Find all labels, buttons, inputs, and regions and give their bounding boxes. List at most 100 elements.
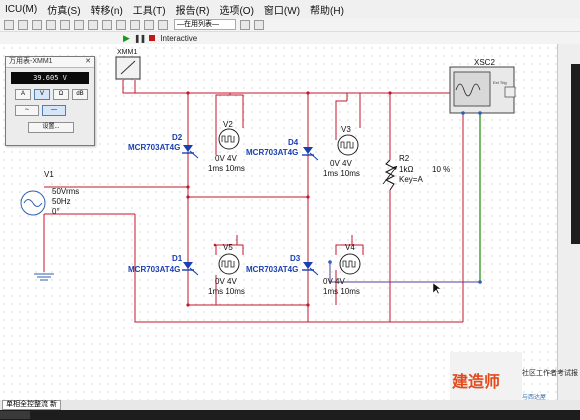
in-use-list-combo[interactable]: —在用列表— [174, 19, 236, 30]
document-tab[interactable]: 单相全控整流 新 [2, 400, 61, 410]
v5-marker-dot [213, 243, 217, 247]
menu-item-help[interactable]: 帮助(H) [305, 2, 349, 17]
d1-ref: D1 [172, 254, 183, 263]
ground-symbol [34, 214, 54, 281]
oscilloscope-xsc2-symbol[interactable] [449, 66, 516, 115]
toolbar-icon-4[interactable] [46, 19, 56, 30]
toolbar-icon-11[interactable] [144, 19, 154, 30]
toolbar-icon-12[interactable] [158, 19, 168, 30]
v4-ref: V4 [345, 243, 355, 252]
ac-source-v1[interactable] [20, 190, 46, 216]
probe-junction-2 [478, 280, 482, 284]
menu-item-mcu[interactable]: ICU(M) [0, 4, 42, 15]
run-icon[interactable]: ▶ [123, 33, 130, 44]
toolbar-icon-3[interactable] [32, 19, 42, 30]
watermark-logo: 建造师 [452, 372, 501, 391]
v2-ref: V2 [223, 120, 233, 129]
toolbar-icon-10[interactable] [130, 19, 140, 30]
scr-d2[interactable] [182, 145, 199, 159]
v3-ref: V3 [341, 125, 351, 134]
r2-key: Key=A [399, 175, 423, 184]
menu-item-simulate[interactable]: 仿真(S) [42, 2, 85, 17]
right-panel-dark-area [571, 64, 580, 244]
potentiometer-r2[interactable] [382, 159, 398, 191]
pause-icon[interactable]: ❚❚ [134, 34, 146, 43]
menu-item-tools[interactable]: 工具(T) [128, 2, 171, 17]
scr-d3[interactable] [302, 262, 319, 276]
d2-ref: D2 [172, 133, 183, 142]
pulse-source-v5[interactable] [218, 253, 240, 275]
junction-dots [186, 91, 392, 307]
watermark-text: 社区工作者考试报 [522, 370, 578, 377]
v5-timing: 1ms 10ms [208, 287, 245, 296]
multimeter-title-text: 万用表-XMM1 [9, 58, 53, 65]
mode-button-db[interactable]: dB [72, 89, 88, 100]
mode-button-ampere[interactable]: A [15, 89, 31, 100]
multimeter-mode-buttons: A V Ω dB [15, 89, 94, 100]
toolbar-icon-14[interactable] [254, 19, 264, 30]
d1-part: MCR703AT4G [128, 265, 180, 274]
xsc2-label: XSC2 [474, 58, 495, 67]
v1-ref: V1 [44, 170, 54, 179]
red-wires [44, 80, 464, 323]
mode-button-ohm[interactable]: Ω [53, 89, 69, 100]
toolbar-primary: —在用列表— [0, 18, 580, 32]
scope-ext-trig: Ext Trig [493, 80, 507, 85]
toolbar-icon-7[interactable] [88, 19, 98, 30]
toolbar-icon-8[interactable] [102, 19, 112, 30]
scr-d1[interactable] [182, 262, 199, 276]
v2-levels: 0V 4V [215, 154, 237, 163]
probe-junction-1 [328, 260, 332, 264]
toolbar-icon-6[interactable] [74, 19, 84, 30]
taskbar-start[interactable] [0, 411, 30, 419]
toolbar-icon-2[interactable] [18, 19, 28, 30]
mouse-cursor-icon [432, 282, 442, 295]
toolbar-icon-13[interactable] [240, 19, 250, 30]
pulse-source-v3[interactable] [337, 134, 359, 156]
d3-ref: D3 [290, 254, 301, 263]
mode-button-volt[interactable]: V [34, 89, 50, 100]
dc-line-icon[interactable]: — [42, 105, 66, 116]
menu-item-options[interactable]: 选项(O) [214, 2, 258, 17]
pulse-source-v4[interactable] [339, 253, 361, 275]
document-tab-bar: 单相全控整流 新 [0, 400, 580, 410]
multimeter-signal-buttons: ∼ — [15, 105, 94, 116]
pulse-source-v2[interactable] [218, 128, 240, 150]
multimeter-xmm1-symbol[interactable] [115, 56, 141, 80]
stop-icon[interactable] [149, 35, 156, 41]
toolbar-icon-5[interactable] [60, 19, 70, 30]
taskbar [0, 410, 580, 420]
v3-timing: 1ms 10ms [323, 169, 360, 178]
v5-ref: V5 [223, 243, 233, 252]
interactive-mode-label[interactable]: Interactive [160, 34, 197, 43]
v4-levels: 0V 4V [323, 277, 345, 286]
v1-phase: 0° [52, 207, 60, 216]
v3-levels: 0V 4V [330, 159, 352, 168]
v1-frequency: 50Hz [52, 197, 71, 206]
menu-bar: ICU(M) 仿真(S) 转移(n) 工具(T) 报告(R) 选项(O) 窗口(… [0, 0, 580, 19]
menu-item-reports[interactable]: 报告(R) [171, 2, 215, 17]
v1-amplitude: 50Vrms [52, 187, 79, 196]
menu-item-transfer[interactable]: 转移(n) [86, 2, 128, 17]
r2-ref: R2 [399, 154, 410, 163]
multimeter-window-title[interactable]: 万用表-XMM1 ✕ [6, 57, 94, 68]
d4-ref: D4 [288, 138, 299, 147]
toolbar-icon-1[interactable] [4, 19, 14, 30]
xmm1-label: XMM1 [117, 49, 137, 56]
multimeter-reading: 39.605 V [11, 72, 89, 84]
ac-wave-icon[interactable]: ∼ [15, 105, 39, 116]
multimeter-window[interactable]: 万用表-XMM1 ✕ 39.605 V A V Ω dB ∼ — 设置... [5, 56, 95, 146]
menu-item-window[interactable]: 窗口(W) [259, 2, 305, 17]
right-panel [557, 44, 580, 400]
r2-percent: 10 % [432, 165, 450, 174]
settings-button[interactable]: 设置... [28, 122, 74, 133]
d4-part: MCR703AT4G [246, 148, 298, 157]
close-icon[interactable]: ✕ [85, 57, 91, 67]
v2-timing: 1ms 10ms [208, 164, 245, 173]
r2-value: 1kΩ [399, 165, 413, 174]
toolbar-icon-9[interactable] [116, 19, 126, 30]
v4-timing: 1ms 10ms [323, 287, 360, 296]
d2-part: MCR703AT4G [128, 143, 180, 152]
d3-part: MCR703AT4G [246, 265, 298, 274]
scr-d4[interactable] [302, 147, 319, 161]
